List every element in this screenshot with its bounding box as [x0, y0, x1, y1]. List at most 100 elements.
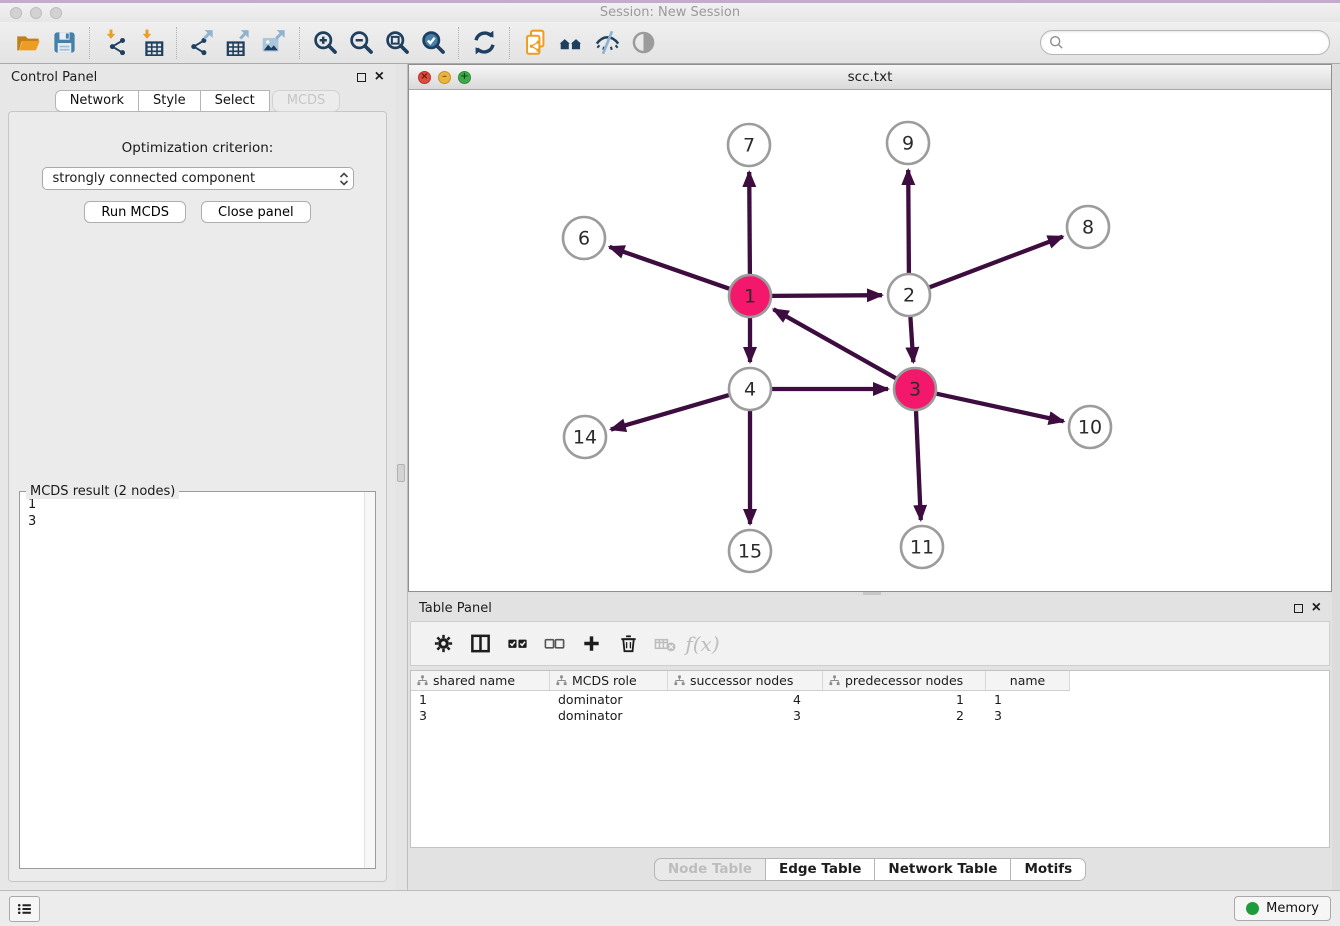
column-header-shared-name[interactable]: shared name: [411, 671, 550, 691]
import-network-icon: [102, 29, 129, 56]
memory-button[interactable]: Memory: [1234, 896, 1331, 921]
edge-1-7[interactable]: [749, 172, 750, 274]
network-graph[interactable]: 7 9 6 8 1 2 4 3 14 10 15 11: [409, 90, 1331, 591]
close-network-button[interactable]: ×: [418, 71, 431, 84]
list-icon: [15, 899, 35, 919]
edge-3-1[interactable]: [774, 309, 896, 378]
refresh-icon: [471, 29, 498, 56]
tab-motifs[interactable]: Motifs: [1010, 858, 1086, 881]
table-settings-button[interactable]: [425, 626, 462, 662]
control-panel-header: Control Panel ×: [0, 64, 395, 90]
float-panel-icon[interactable]: [357, 73, 366, 82]
export-image-button[interactable]: [256, 25, 292, 61]
result-scrollbar[interactable]: [364, 492, 375, 868]
toolbar-separator: [458, 27, 459, 59]
node-label: 15: [738, 541, 762, 563]
node-14[interactable]: 14: [564, 416, 606, 458]
node-10[interactable]: 10: [1069, 406, 1111, 448]
column-header-name[interactable]: name: [986, 671, 1070, 691]
node-label: 14: [573, 427, 597, 449]
node-11[interactable]: 11: [901, 526, 943, 568]
zoom-window-button[interactable]: [50, 7, 62, 19]
maximize-network-button[interactable]: +: [458, 71, 471, 84]
eye-icon: [630, 29, 657, 56]
optimization-criterion-select[interactable]: strongly connected component: [42, 167, 354, 190]
edge-4-14[interactable]: [611, 395, 729, 429]
application-window: Session: New Session Control Panel × Net…: [0, 0, 1340, 926]
toggle-panel-button[interactable]: [462, 626, 499, 662]
select-all-button[interactable]: [499, 626, 536, 662]
edge-2-3[interactable]: [910, 317, 913, 362]
node-8[interactable]: 8: [1067, 206, 1109, 248]
table-cell: dominator: [550, 708, 668, 723]
node-4[interactable]: 4: [729, 368, 771, 410]
import-table-button[interactable]: [133, 25, 169, 61]
eye-slash-icon: [594, 29, 621, 56]
edge-1-2[interactable]: [772, 295, 882, 296]
tab-network[interactable]: Network: [55, 90, 139, 112]
zoom-fit-button[interactable]: [379, 25, 415, 61]
tab-network-table[interactable]: Network Table: [874, 858, 1011, 881]
open-file-button[interactable]: [10, 25, 46, 61]
deselect-all-button[interactable]: [536, 626, 573, 662]
close-panel-button[interactable]: Close panel: [201, 201, 311, 223]
edge-3-10[interactable]: [937, 394, 1064, 422]
mcds-result-text[interactable]: 1 3: [20, 492, 375, 868]
node-15[interactable]: 15: [729, 530, 771, 572]
edge-3-11[interactable]: [916, 411, 921, 520]
import-network-button[interactable]: [97, 25, 133, 61]
table-row[interactable]: 1dominator411: [411, 691, 1329, 707]
node-7[interactable]: 7: [728, 124, 770, 166]
node-3[interactable]: 3: [894, 368, 936, 410]
first-neighbors-button[interactable]: [553, 25, 589, 61]
tab-select[interactable]: Select: [200, 90, 270, 112]
node-6[interactable]: 6: [563, 217, 605, 259]
table-row[interactable]: 3dominator323: [411, 707, 1329, 723]
minimize-network-button[interactable]: –: [438, 71, 451, 84]
zoom-in-button[interactable]: [307, 25, 343, 61]
network-window-controls: × – +: [418, 71, 471, 84]
edge-2-9[interactable]: [908, 170, 909, 273]
vertical-splitter[interactable]: [395, 64, 408, 890]
column-header-successor-nodes[interactable]: successor nodes: [668, 671, 823, 691]
export-table-button[interactable]: [220, 25, 256, 61]
node-table: shared nameMCDS rolesuccessor nodesprede…: [410, 670, 1330, 848]
tab-style[interactable]: Style: [138, 90, 201, 112]
minimize-window-button[interactable]: [30, 7, 42, 19]
close-table-panel-icon[interactable]: ×: [1312, 603, 1321, 613]
export-network-button[interactable]: [184, 25, 220, 61]
close-window-button[interactable]: [10, 7, 22, 19]
zoom-out-button[interactable]: [343, 25, 379, 61]
new-network-from-selection-button[interactable]: [517, 25, 553, 61]
run-mcds-button[interactable]: Run MCDS: [84, 201, 186, 223]
selected-criterion: strongly connected component: [53, 171, 339, 186]
search-input[interactable]: [1069, 35, 1321, 50]
column-header-predecessor-nodes[interactable]: predecessor nodes: [823, 671, 986, 691]
node-label: 6: [578, 228, 590, 250]
edge-1-6[interactable]: [610, 247, 730, 289]
close-panel-icon[interactable]: ×: [375, 72, 384, 82]
column-header-MCDS-role[interactable]: MCDS role: [550, 671, 668, 691]
zoom-selected-button[interactable]: [415, 25, 451, 61]
refresh-layout-button[interactable]: [466, 25, 502, 61]
float-table-panel-icon[interactable]: [1294, 604, 1303, 613]
horizontal-splitter-grip[interactable]: [863, 592, 881, 595]
splitter-grip[interactable]: [397, 464, 405, 482]
edge-2-8[interactable]: [930, 237, 1063, 288]
node-1[interactable]: 1: [729, 275, 771, 317]
add-column-button[interactable]: [573, 626, 610, 662]
panel-menu-button[interactable]: [9, 896, 40, 922]
search-box[interactable]: [1040, 30, 1330, 55]
network-canvas[interactable]: 7 9 6 8 1 2 4 3 14 10 15 11: [409, 90, 1331, 591]
fx-icon: f(x): [685, 632, 719, 656]
tab-mcds[interactable]: MCDS: [272, 90, 341, 112]
hide-selected-button[interactable]: [589, 25, 625, 61]
tab-node-table[interactable]: Node Table: [654, 858, 766, 881]
new-network-from-selection-icon: [522, 29, 549, 56]
save-session-button[interactable]: [46, 25, 82, 61]
horizontal-splitter[interactable]: [408, 592, 1332, 595]
node-9[interactable]: 9: [887, 122, 929, 164]
node-2[interactable]: 2: [888, 274, 930, 316]
tab-edge-table[interactable]: Edge Table: [765, 858, 875, 881]
delete-column-button[interactable]: [610, 626, 647, 662]
